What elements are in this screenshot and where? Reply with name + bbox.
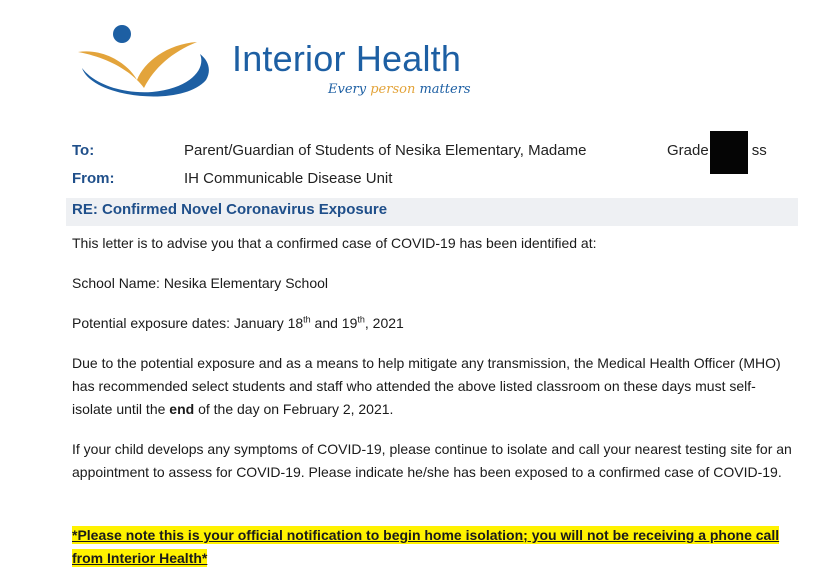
official-notice: *Please note this is your official notif… (72, 526, 780, 567)
to-label: To: (72, 142, 95, 159)
isolation-paragraph: Due to the potential exposure and as a m… (72, 355, 781, 417)
symptoms-paragraph: If your child develops any symptoms of C… (72, 441, 792, 480)
redaction-box (710, 131, 748, 174)
brand-tagline: Every person matters (328, 82, 471, 97)
school-name-line: School Name: Nesika Elementary School (72, 275, 329, 291)
from-label: From: (72, 170, 115, 187)
brand-name: Interior Health (232, 38, 462, 79)
logo-swoosh-icon (78, 25, 209, 97)
to-value: Parent/Guardian of Students of Nesika El… (184, 142, 587, 159)
exposure-dates-line: Potential exposure dates: January 18th a… (72, 314, 404, 331)
subject-line: RE: Confirmed Novel Coronavirus Exposure (72, 201, 388, 218)
interior-health-logo: Interior Health Every person matters (72, 22, 472, 112)
intro-paragraph: This letter is to advise you that a conf… (72, 235, 597, 251)
from-value: IH Communicable Disease Unit (184, 170, 393, 187)
